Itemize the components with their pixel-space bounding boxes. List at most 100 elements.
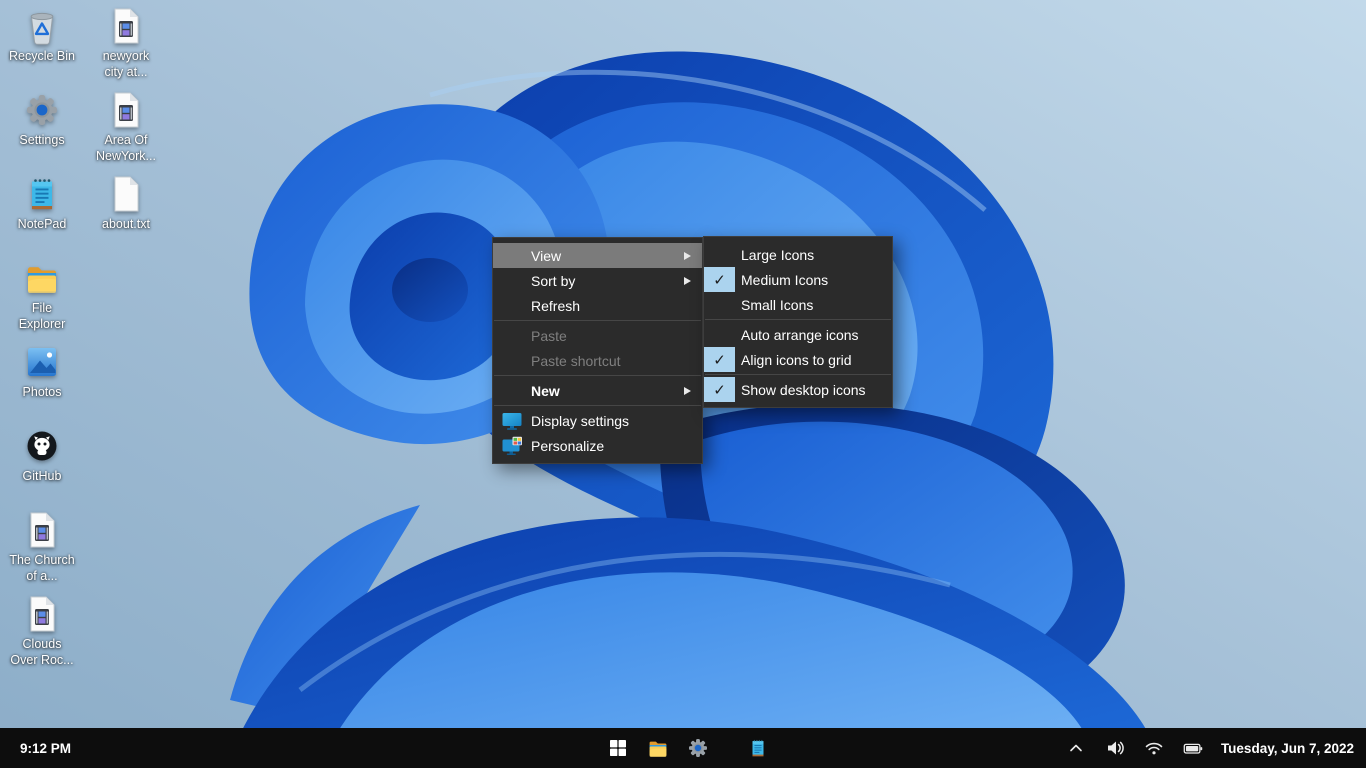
tray-wifi-button[interactable]	[1143, 737, 1165, 759]
taskbar-center-icons	[604, 728, 772, 768]
settings-gear-icon	[686, 736, 710, 760]
checkmark-icon: ✓	[704, 267, 735, 292]
desktop-icon-clouds-over[interactable]: Clouds Over Roc...	[0, 594, 84, 668]
desktop-icon-label: newyork city at...	[84, 48, 168, 80]
windows-desktop: Recycle Bin newyork city at... Settings …	[0, 0, 1366, 768]
chevron-up-icon	[1065, 737, 1087, 759]
submenu-arrow-icon	[684, 252, 691, 260]
folder-icon	[646, 736, 670, 760]
desktop-icon-github[interactable]: GitHub	[0, 426, 84, 484]
submenu-arrow-icon	[684, 277, 691, 285]
video-file-icon	[22, 510, 62, 550]
desktop-icon-area-of-newyork[interactable]: Area Of NewYork...	[84, 90, 168, 164]
recycle-bin-icon	[22, 6, 62, 46]
photos-app-icon	[22, 342, 62, 382]
settings-gear-icon	[22, 90, 62, 130]
tray-battery-button[interactable]	[1182, 737, 1204, 759]
menu-item-sort-by[interactable]: Sort by	[493, 268, 702, 293]
desktop-icon-recycle-bin[interactable]: Recycle Bin	[0, 6, 84, 64]
menu-separator	[494, 405, 701, 406]
submenu-item-small-icons-label: Small Icons	[741, 297, 813, 313]
desktop-icon-label: Clouds Over Roc...	[0, 636, 84, 668]
desktop-icon-label: NotePad	[0, 216, 84, 232]
volume-icon	[1104, 737, 1126, 759]
video-file-icon	[106, 6, 146, 46]
menu-separator	[705, 319, 891, 320]
start-button[interactable]	[604, 732, 632, 764]
video-file-icon	[106, 90, 146, 130]
menu-separator	[705, 374, 891, 375]
github-icon	[22, 426, 62, 466]
menu-separator	[494, 375, 701, 376]
submenu-item-show-desktop-icons[interactable]: ✓ Show desktop icons	[704, 377, 892, 402]
desktop-icon-label: Photos	[0, 384, 84, 400]
taskbar-notepad-button[interactable]	[744, 732, 772, 764]
video-file-icon	[22, 594, 62, 634]
desktop-icon-label: File Explorer	[0, 300, 84, 332]
check-slot	[704, 292, 735, 317]
taskbar-settings-button[interactable]	[684, 732, 712, 764]
display-settings-icon	[501, 411, 523, 431]
menu-item-view-label: View	[531, 248, 684, 264]
menu-item-display-settings[interactable]: Display settings	[493, 408, 702, 433]
taskbar-tray: Tuesday, Jun 7, 2022	[1065, 728, 1354, 768]
menu-item-new-label: New	[531, 383, 684, 399]
submenu-item-medium-icons-label: Medium Icons	[741, 272, 828, 288]
desktop-icon-label: Recycle Bin	[0, 48, 84, 64]
taskbar-clock[interactable]: 9:12 PM	[20, 728, 71, 768]
submenu-arrow-icon	[684, 387, 691, 395]
desktop-icon-photos[interactable]: Photos	[0, 342, 84, 400]
wifi-icon	[1143, 737, 1165, 759]
desktop-icon-notepad[interactable]: NotePad	[0, 174, 84, 232]
text-file-icon	[106, 174, 146, 214]
checkmark-icon: ✓	[704, 377, 735, 402]
submenu-item-medium-icons[interactable]: ✓ Medium Icons	[704, 267, 892, 292]
menu-item-refresh[interactable]: Refresh	[493, 293, 702, 318]
submenu-item-small-icons[interactable]: Small Icons	[704, 292, 892, 317]
menu-item-refresh-label: Refresh	[531, 298, 691, 314]
menu-item-paste-shortcut: Paste shortcut	[493, 348, 702, 373]
start-icon	[609, 739, 627, 757]
taskbar-date[interactable]: Tuesday, Jun 7, 2022	[1221, 741, 1354, 756]
submenu-item-align-icons-to-grid-label: Align icons to grid	[741, 352, 852, 368]
menu-item-personalize[interactable]: Personalize	[493, 433, 702, 458]
checkmark-icon: ✓	[704, 347, 735, 372]
submenu-item-align-icons-to-grid[interactable]: ✓ Align icons to grid	[704, 347, 892, 372]
desktop-icon-newyork-city[interactable]: newyork city at...	[84, 6, 168, 80]
menu-item-view[interactable]: View	[493, 243, 702, 268]
tray-volume-button[interactable]	[1104, 737, 1126, 759]
submenu-item-large-icons[interactable]: Large Icons	[704, 242, 892, 267]
menu-item-paste: Paste	[493, 323, 702, 348]
view-submenu: Large Icons ✓ Medium Icons Small Icons A…	[703, 236, 893, 408]
desktop-context-menu: View Sort by Refresh Paste Paste shortcu…	[492, 237, 703, 464]
desktop-icon-label: about.txt	[84, 216, 168, 232]
desktop-icon-the-church[interactable]: The Church of a...	[0, 510, 84, 584]
check-slot	[704, 242, 735, 267]
menu-item-new[interactable]: New	[493, 378, 702, 403]
menu-item-display-settings-label: Display settings	[531, 413, 691, 429]
desktop-icon-file-explorer[interactable]: File Explorer	[0, 258, 84, 332]
battery-icon	[1182, 737, 1204, 759]
check-slot	[704, 322, 735, 347]
desktop-icon-label: Settings	[0, 132, 84, 148]
tray-chevron-up-button[interactable]	[1065, 737, 1087, 759]
desktop-icon-settings[interactable]: Settings	[0, 90, 84, 148]
menu-item-paste-label: Paste	[531, 328, 691, 344]
taskbar: 9:12 PM	[0, 728, 1366, 768]
notepad-app-icon	[747, 737, 769, 759]
menu-item-paste-shortcut-label: Paste shortcut	[531, 353, 691, 369]
menu-item-sort-by-label: Sort by	[531, 273, 684, 289]
submenu-item-auto-arrange-icons-label: Auto arrange icons	[741, 327, 859, 343]
personalize-icon	[501, 436, 523, 456]
submenu-item-show-desktop-icons-label: Show desktop icons	[741, 382, 866, 398]
menu-item-personalize-label: Personalize	[531, 438, 691, 454]
taskbar-file-explorer-button[interactable]	[644, 732, 672, 764]
submenu-item-auto-arrange-icons[interactable]: Auto arrange icons	[704, 322, 892, 347]
menu-separator	[494, 320, 701, 321]
desktop-icon-about-txt[interactable]: about.txt	[84, 174, 168, 232]
folder-icon	[22, 258, 62, 298]
submenu-item-large-icons-label: Large Icons	[741, 247, 814, 263]
notepad-app-icon	[22, 174, 62, 214]
desktop-icon-label: GitHub	[0, 468, 84, 484]
desktop-icon-label: The Church of a...	[0, 552, 84, 584]
